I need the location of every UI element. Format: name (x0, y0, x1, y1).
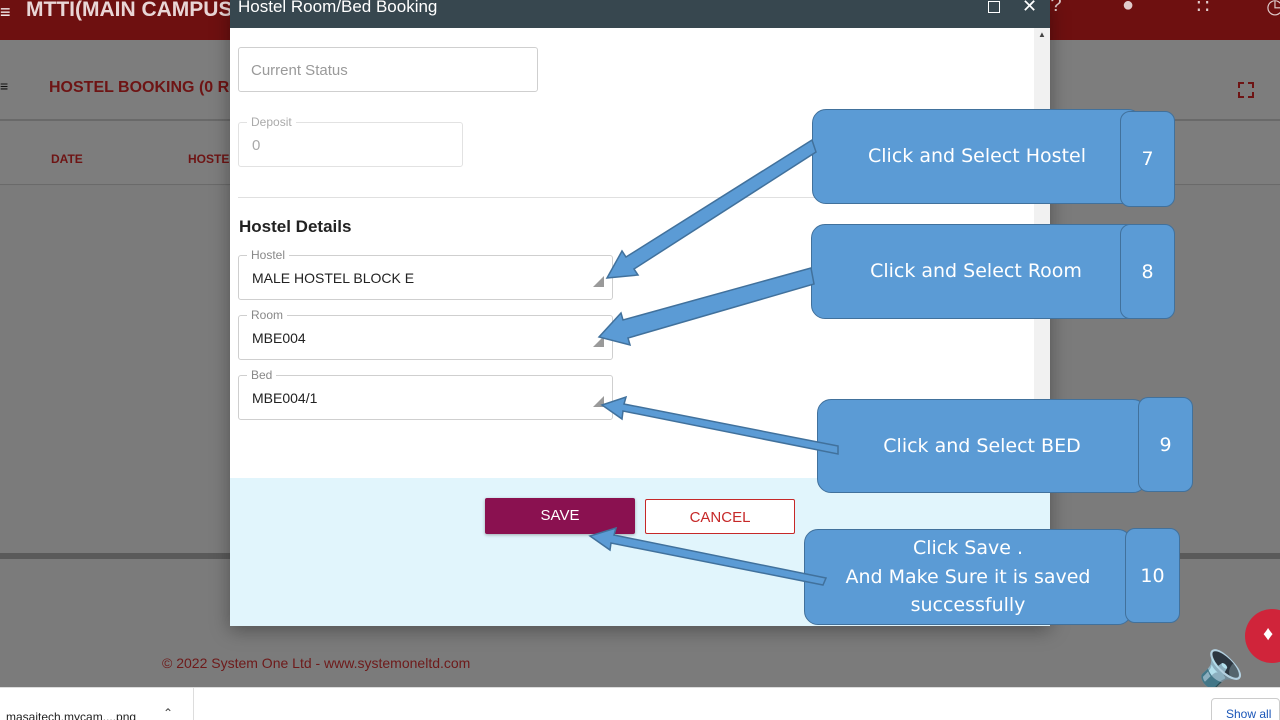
speaker-icon[interactable]: 🔈 (1198, 636, 1255, 691)
modal-header: Hostel Room/Bed Booking ✕ (230, 0, 1050, 28)
footer-copyright: © 2022 System One Ltd - www.systemoneltd… (162, 655, 471, 671)
step-number: 8 (1141, 260, 1154, 283)
hostel-label: Hostel (247, 248, 290, 262)
bell-icon: ♦ (1263, 623, 1274, 645)
dropdown-arrow-icon (593, 276, 604, 287)
download-file-name[interactable]: masaitech.mycam....png (6, 710, 136, 720)
cancel-button[interactable]: CANCEL (645, 499, 795, 534)
step-number: 7 (1141, 148, 1154, 170)
close-icon[interactable]: ✕ (1022, 0, 1037, 17)
history-icon[interactable]: ◷ (1262, 0, 1280, 20)
show-all-button[interactable]: Show all (1211, 698, 1280, 720)
callout-text: And Make Sure it is saved (845, 565, 1091, 588)
step-badge-7: 7 (1120, 111, 1175, 207)
bed-value: MBE004/1 (252, 390, 318, 406)
page-title: HOSTEL BOOKING (0 REC (49, 79, 252, 96)
column-date[interactable]: DATE (51, 152, 83, 166)
hostel-details-heading: Hostel Details (239, 217, 352, 236)
step-badge-10: 10 (1125, 528, 1180, 623)
current-status-field[interactable]: Current Status (238, 47, 538, 92)
callout-text: successfully (910, 594, 1026, 617)
step-badge-9: 9 (1138, 397, 1193, 492)
deposit-field: Deposit 0 (238, 115, 463, 167)
dropdown-arrow-icon (593, 336, 604, 347)
save-button[interactable]: SAVE (485, 498, 635, 534)
scroll-up-icon[interactable]: ▲ (1038, 30, 1046, 39)
divider (193, 688, 194, 720)
bed-label: Bed (247, 368, 277, 382)
deposit-label: Deposit (247, 115, 296, 129)
current-status-placeholder: Current Status (251, 62, 348, 79)
room-select[interactable]: Room MBE004 (238, 308, 613, 360)
step-badge-8: 8 (1120, 224, 1175, 319)
callout-select-bed: Click and Select BED (817, 399, 1147, 493)
bed-select[interactable]: Bed MBE004/1 (238, 368, 613, 420)
callout-select-room: Click and Select Room (811, 224, 1141, 319)
callout-click-save: Click Save . And Make Sure it is saved s… (804, 529, 1132, 625)
callout-text: Click and Select Room (870, 260, 1082, 283)
step-number: 9 (1159, 433, 1172, 456)
download-bar: masaitech.mycam....png ⌃ Show all (0, 687, 1280, 720)
chevron-up-icon[interactable]: ⌃ (163, 706, 173, 720)
callout-text: Click and Select Hostel (868, 145, 1086, 168)
menu-icon[interactable]: ≡ (0, 2, 11, 23)
room-value: MBE004 (252, 330, 306, 346)
modal-title: Hostel Room/Bed Booking (238, 0, 438, 16)
maximize-icon[interactable] (988, 1, 1000, 13)
callout-select-hostel: Click and Select Hostel (812, 109, 1142, 204)
app-title: MTTI(MAIN CAMPUS (26, 0, 233, 21)
dropdown-arrow-icon (593, 396, 604, 407)
list-icon[interactable]: ≡ (0, 78, 8, 94)
hostel-value: MALE HOSTEL BLOCK E (252, 270, 415, 286)
callout-text: Click Save . (912, 537, 1024, 560)
callout-text: Click and Select BED (883, 434, 1081, 457)
room-label: Room (247, 308, 288, 322)
hostel-select[interactable]: Hostel MALE HOSTEL BLOCK E (238, 248, 613, 300)
apps-icon[interactable]: ∷ (1190, 0, 1216, 20)
deposit-value: 0 (252, 137, 261, 154)
fullscreen-icon[interactable] (1238, 82, 1254, 98)
account-icon[interactable]: ● (1115, 0, 1141, 20)
step-number: 10 (1140, 564, 1165, 587)
